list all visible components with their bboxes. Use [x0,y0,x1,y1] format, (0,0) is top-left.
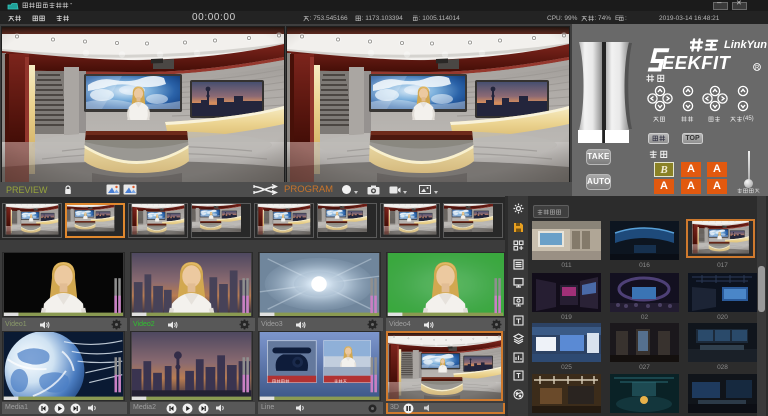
svg-text:EEKFIT: EEKFIT [662,52,731,73]
svg-text:R: R [755,65,760,71]
